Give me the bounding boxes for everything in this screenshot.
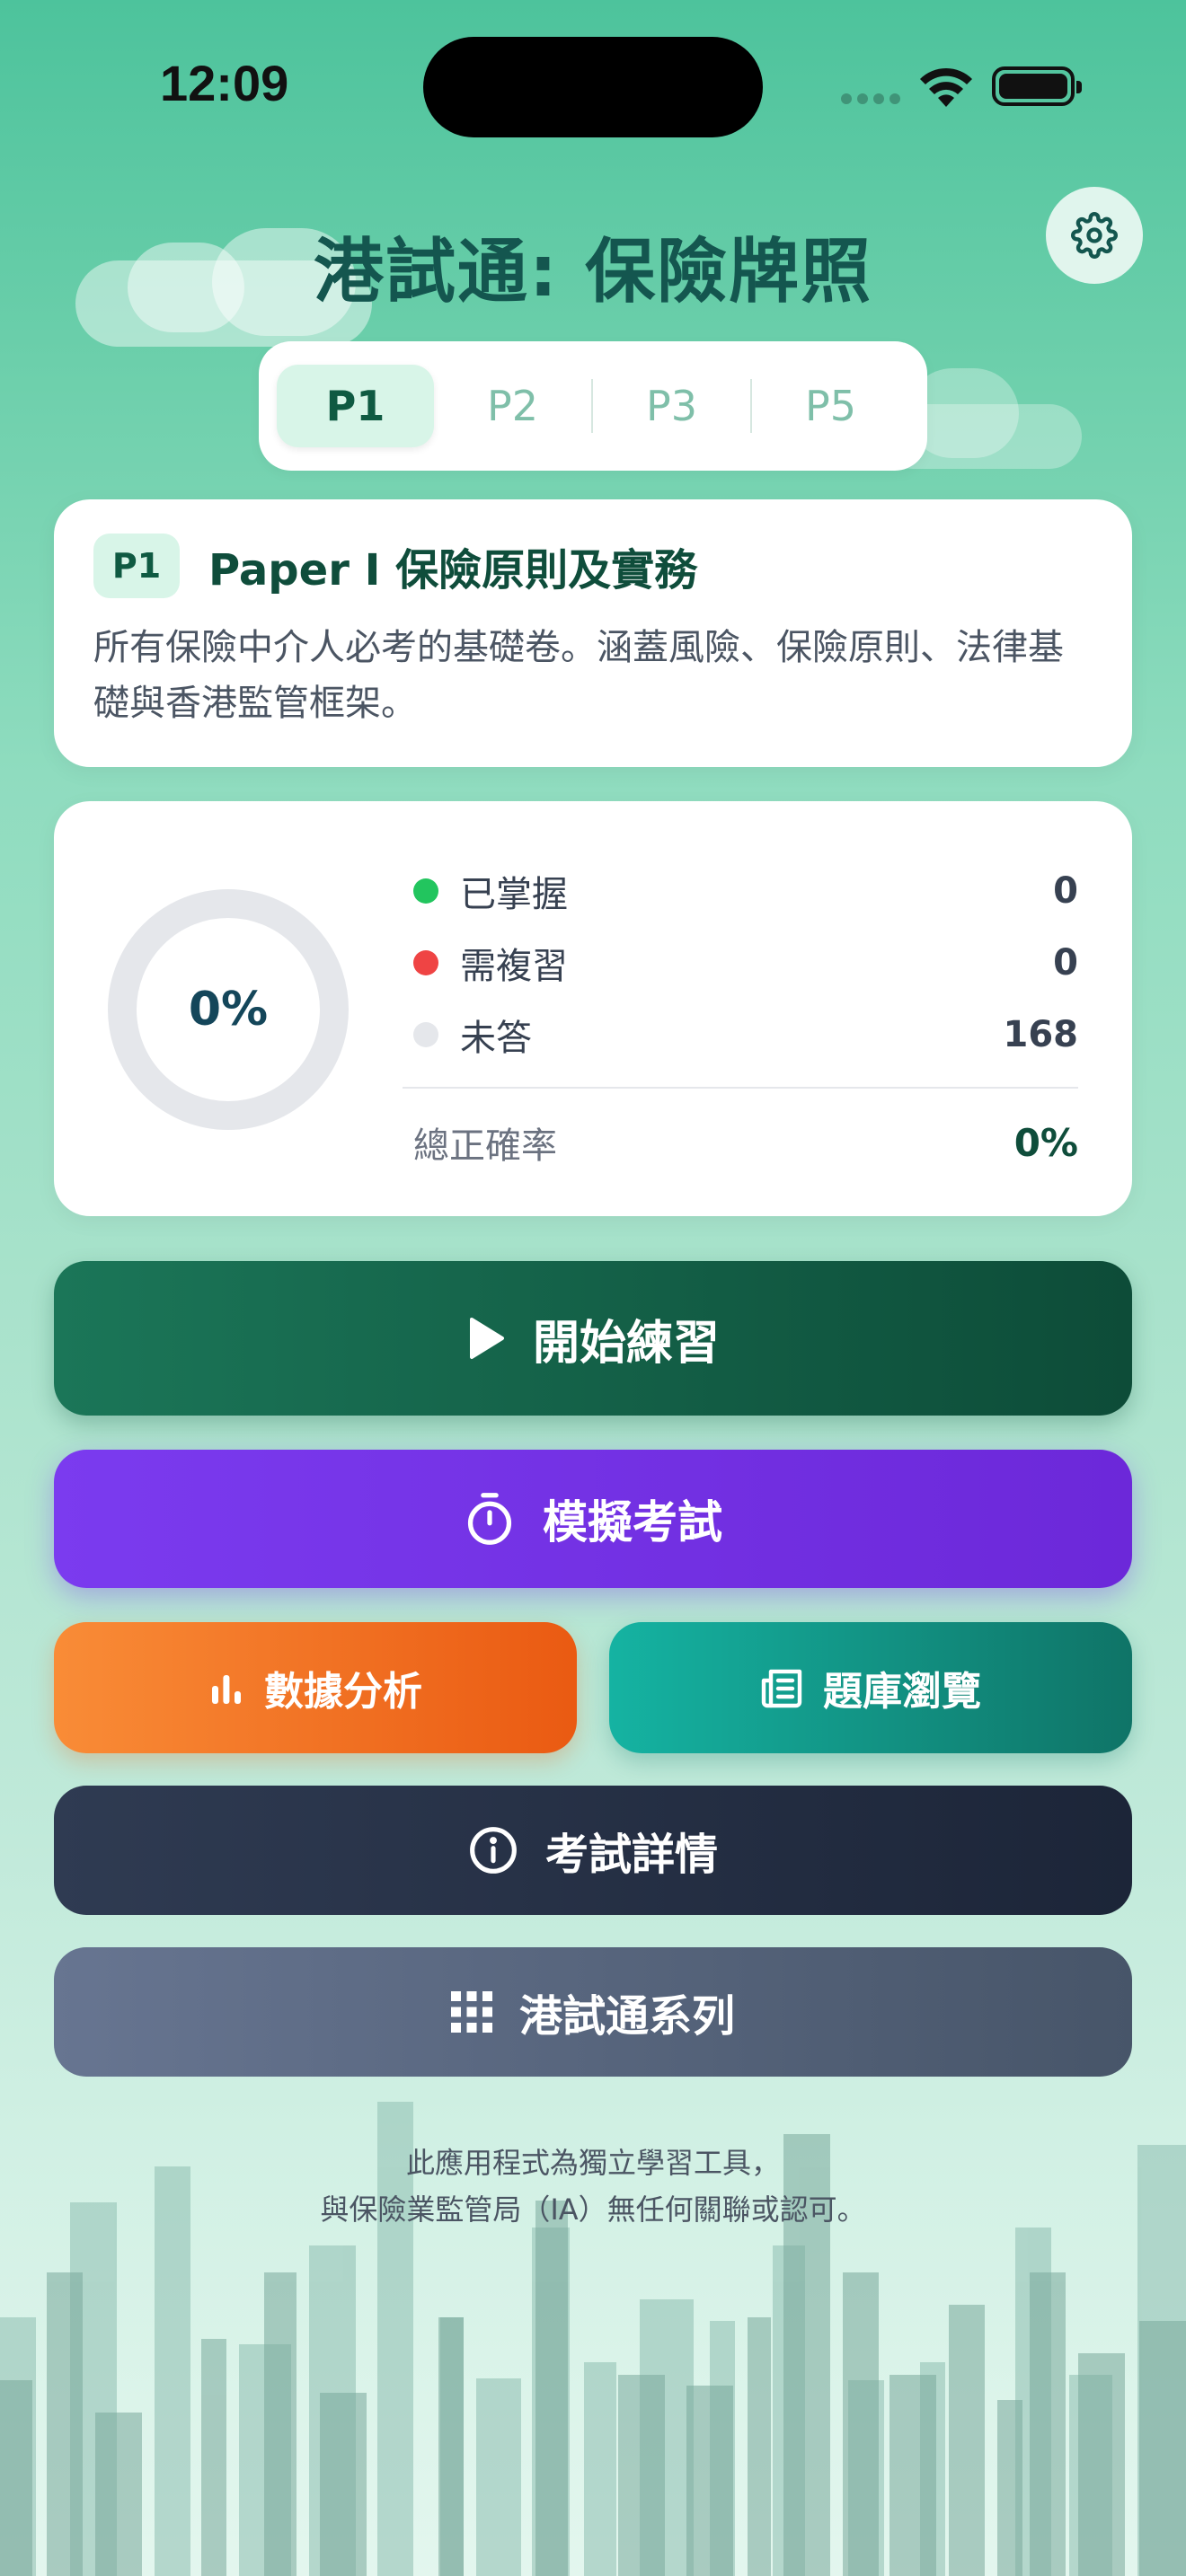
tab-p5[interactable]: P5 xyxy=(752,365,909,447)
legend-unanswered: 未答 168 xyxy=(403,999,1078,1071)
paper-badge: P1 xyxy=(93,534,180,598)
paper-tabs: P1 P2 P3 P5 xyxy=(259,341,927,471)
settings-button[interactable] xyxy=(1046,187,1143,284)
mock-exam-label: 模擬考試 xyxy=(543,1496,722,1548)
mock-exam-button[interactable]: 模擬考試 xyxy=(54,1450,1132,1588)
paper-title: Paper I 保險原則及實務 xyxy=(208,545,698,595)
legend-label: 已掌握 xyxy=(460,874,568,915)
wifi-icon xyxy=(920,67,972,107)
legend-value: 168 xyxy=(1003,1014,1079,1055)
legend-label: 需複習 xyxy=(460,946,568,987)
question-bank-button[interactable]: 題庫瀏覽 xyxy=(609,1622,1132,1753)
dynamic-island xyxy=(423,37,763,137)
battery-icon xyxy=(992,66,1082,106)
disclaimer-line-2: 與保險業監管局（IA）無任何關聯或認可。 xyxy=(320,2192,866,2227)
disclaimer-line-1: 此應用程式為獨立學習工具， xyxy=(405,2146,780,2180)
status-time: 12:09 xyxy=(160,55,289,111)
analytics-label: 數據分析 xyxy=(264,1669,422,1715)
analytics-button[interactable]: 數據分析 xyxy=(54,1622,577,1753)
newspaper-icon xyxy=(761,1669,802,1708)
exam-details-button[interactable]: 考試詳情 xyxy=(54,1786,1132,1915)
legend-label: 未答 xyxy=(460,1018,532,1059)
exam-details-label: 考試詳情 xyxy=(544,1830,718,1880)
gear-icon xyxy=(1071,212,1118,259)
progress-percent: 0% xyxy=(188,983,269,1037)
accuracy-value: 0% xyxy=(1013,1120,1078,1165)
legend-review: 需複習 0 xyxy=(403,927,1078,999)
info-icon xyxy=(470,1827,517,1874)
accuracy-label: 總正確率 xyxy=(413,1125,557,1167)
stopwatch-icon xyxy=(467,1493,512,1545)
start-practice-label: 開始練習 xyxy=(532,1316,720,1371)
app-title: 港試通: 保險牌照 xyxy=(313,232,873,313)
legend-value: 0 xyxy=(1053,942,1078,984)
series-label: 港試通系列 xyxy=(518,1991,735,2042)
legend-value: 0 xyxy=(1053,870,1078,912)
divider xyxy=(403,1087,1078,1089)
accuracy-row: 總正確率 0% xyxy=(403,1107,1078,1178)
legend-mastered: 已掌握 0 xyxy=(403,855,1078,927)
progress-legend: 已掌握 0 需複習 0 未答 168 總正確率 0% xyxy=(403,855,1078,1178)
start-practice-button[interactable]: 開始練習 xyxy=(54,1261,1132,1416)
tab-p3[interactable]: P3 xyxy=(593,365,750,447)
status-dot xyxy=(413,950,438,975)
tab-p1[interactable]: P1 xyxy=(277,365,434,447)
grid-icon xyxy=(450,1991,492,2033)
status-dot xyxy=(413,1022,438,1047)
status-dot xyxy=(413,878,438,904)
play-icon xyxy=(469,1318,504,1359)
progress-card: 0% 已掌握 0 需複習 0 未答 168 總正確率 0% xyxy=(54,801,1132,1216)
bar-chart-icon xyxy=(212,1675,241,1704)
paper-info-card: P1 Paper I 保險原則及實務 所有保險中介人必考的基礎卷。涵蓋風險、保險… xyxy=(54,499,1132,767)
cellular-signal-icon xyxy=(841,93,900,104)
disclaimer: 此應用程式為獨立學習工具， 與保險業監管局（IA）無任何關聯或認可。 xyxy=(0,2139,1186,2233)
status-bar: 12:09 xyxy=(0,0,1186,171)
paper-description: 所有保險中介人必考的基礎卷。涵蓋風險、保險原則、法律基礎與香港監管框架。 xyxy=(93,627,1064,724)
question-bank-label: 題庫瀏覽 xyxy=(823,1669,981,1715)
tab-p2[interactable]: P2 xyxy=(434,365,591,447)
series-button[interactable]: 港試通系列 xyxy=(54,1947,1132,2077)
